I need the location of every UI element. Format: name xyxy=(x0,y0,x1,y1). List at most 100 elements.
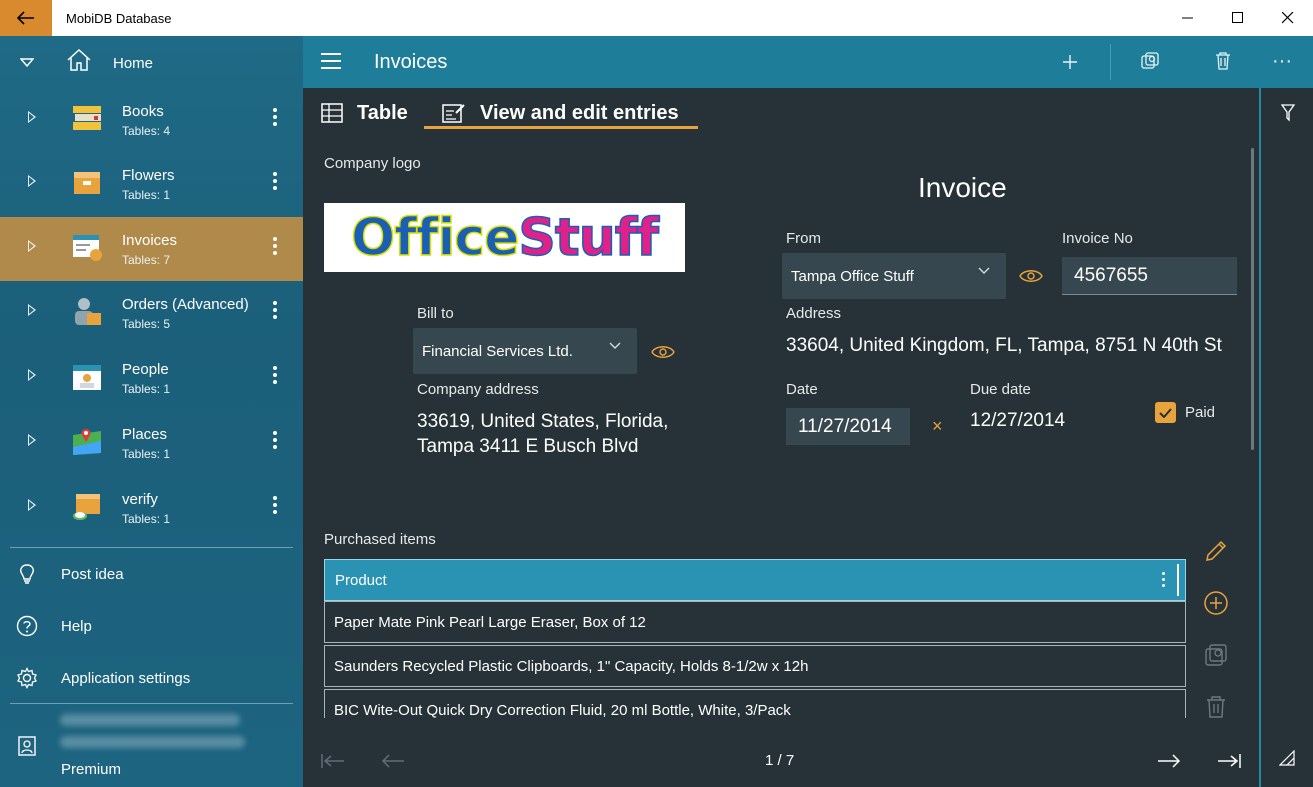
more-options-icon[interactable] xyxy=(273,172,277,193)
paid-checkbox[interactable] xyxy=(1155,402,1176,423)
home-icon xyxy=(67,48,91,71)
resize-grip-icon[interactable] xyxy=(1279,750,1295,766)
settings-link[interactable]: Application settings xyxy=(0,658,303,698)
filter-icon[interactable] xyxy=(1281,104,1295,122)
more-options-icon[interactable] xyxy=(273,301,277,322)
column-resize-handle[interactable] xyxy=(1177,564,1179,596)
db-table-count: Tables: 4 xyxy=(122,124,171,138)
sidebar-item-flowers[interactable]: Flowers Tables: 1 xyxy=(0,152,303,216)
vertical-scrollbar[interactable] xyxy=(1251,148,1254,450)
post-idea-link[interactable]: Post idea xyxy=(0,554,303,594)
more-options-icon[interactable] xyxy=(273,431,277,452)
delete-icon[interactable] xyxy=(1215,52,1231,70)
expand-icon[interactable] xyxy=(28,304,36,316)
filter-column xyxy=(1259,88,1313,787)
books-icon xyxy=(73,106,101,130)
expand-icon[interactable] xyxy=(28,111,36,123)
expand-icon[interactable] xyxy=(28,175,36,187)
active-tab-indicator xyxy=(424,126,698,129)
column-header-label: Product xyxy=(335,571,387,589)
column-options-icon[interactable] xyxy=(1162,572,1165,590)
logo-word-office: Office xyxy=(350,207,520,269)
maximize-icon xyxy=(1232,12,1243,23)
grid-header-product[interactable]: Product xyxy=(324,559,1186,601)
company-address-line-2: Tampa 3411 E Busch Blvd xyxy=(417,436,639,457)
next-record-icon[interactable] xyxy=(1157,754,1181,768)
more-options-icon[interactable] xyxy=(273,237,277,258)
sidebar-divider xyxy=(10,547,293,548)
invoice-no-label: Invoice No xyxy=(1062,230,1133,247)
minimize-button[interactable] xyxy=(1163,0,1213,36)
hamburger-menu-icon[interactable] xyxy=(321,53,341,74)
company-logo-label: Company logo xyxy=(324,155,421,172)
view-eye-icon[interactable] xyxy=(1019,269,1043,283)
more-options-icon[interactable] xyxy=(273,496,277,517)
back-button[interactable] xyxy=(0,0,52,36)
help-icon xyxy=(16,615,38,637)
table-row[interactable]: Paper Mate Pink Pearl Large Eraser, Box … xyxy=(324,601,1186,643)
duplicate-icon[interactable] xyxy=(1141,52,1159,70)
tab-view-edit[interactable]: View and edit entries xyxy=(442,96,679,130)
expand-icon[interactable] xyxy=(28,499,36,511)
tab-table[interactable]: Table xyxy=(321,96,408,130)
more-icon[interactable]: ··· xyxy=(1272,50,1292,73)
db-table-count: Tables: 5 xyxy=(122,317,171,331)
view-eye-icon[interactable] xyxy=(651,345,675,359)
sidebar-item-verify[interactable]: verify Tables: 1 xyxy=(0,476,303,540)
record-navigation: 1 / 7 xyxy=(303,740,1259,787)
table-row[interactable]: Saunders Recycled Plastic Clipboards, 1"… xyxy=(324,645,1186,687)
edit-pencil-icon[interactable] xyxy=(1203,538,1229,564)
last-record-icon[interactable] xyxy=(1217,754,1241,768)
date-picker[interactable]: 11/27/2014 xyxy=(786,408,910,445)
db-name: People xyxy=(122,361,169,378)
first-record-icon[interactable] xyxy=(321,754,345,768)
close-button[interactable] xyxy=(1263,0,1313,36)
db-table-count: Tables: 7 xyxy=(122,253,171,267)
more-options-icon[interactable] xyxy=(273,108,277,129)
maximize-button[interactable] xyxy=(1213,0,1263,36)
cell-product: Paper Mate Pink Pearl Large Eraser, Box … xyxy=(334,613,646,631)
sidebar-item-places[interactable]: Places Tables: 1 xyxy=(0,411,303,475)
account-icon xyxy=(18,736,36,756)
from-label: From xyxy=(786,230,821,247)
duplicate-row-icon[interactable] xyxy=(1203,642,1229,668)
add-circle-icon[interactable] xyxy=(1203,590,1229,616)
table-title: Invoices xyxy=(374,51,448,73)
purchased-items-label: Purchased items xyxy=(324,531,436,548)
box-icon xyxy=(74,172,100,194)
record-counter: 1 / 7 xyxy=(765,752,795,769)
help-link[interactable]: Help xyxy=(0,606,303,646)
calendar-icon xyxy=(73,365,101,390)
db-table-count: Tables: 1 xyxy=(122,512,171,526)
account-link[interactable] xyxy=(0,726,303,766)
sidebar-home[interactable]: Home xyxy=(0,44,303,82)
delete-row-icon[interactable] xyxy=(1203,694,1229,720)
sidebar-item-books[interactable]: Books Tables: 4 xyxy=(0,88,303,152)
clear-date-icon[interactable]: × xyxy=(932,416,943,437)
more-options-icon[interactable] xyxy=(273,366,277,387)
bill-to-dropdown[interactable]: Financial Services Ltd. xyxy=(413,328,637,374)
table-row[interactable]: BIC Wite-Out Quick Dry Correction Fluid,… xyxy=(324,689,1186,718)
expand-icon[interactable] xyxy=(28,240,36,252)
sidebar-item-orders[interactable]: Orders (Advanced) Tables: 5 xyxy=(0,281,303,345)
invoice-no-input[interactable]: 4567655 xyxy=(1062,257,1237,295)
chevron-down-icon xyxy=(609,342,621,349)
company-logo-image[interactable]: OfficeStuff xyxy=(324,203,685,272)
sidebar-divider xyxy=(10,703,293,704)
help-label: Help xyxy=(61,617,92,635)
from-value: Tampa Office Stuff xyxy=(791,267,914,285)
from-dropdown[interactable]: Tampa Office Stuff xyxy=(782,253,1006,299)
invoice-heading: Invoice xyxy=(918,172,1007,203)
expand-icon[interactable] xyxy=(28,434,36,446)
tab-view-edit-label: View and edit entries xyxy=(480,101,679,124)
post-idea-label: Post idea xyxy=(61,565,124,583)
expand-icon[interactable] xyxy=(28,369,36,381)
sidebar-item-invoices[interactable]: Invoices Tables: 7 xyxy=(0,217,303,281)
add-icon[interactable] xyxy=(1063,55,1077,69)
title-bar: MobiDB Database xyxy=(0,0,1313,36)
map-icon xyxy=(73,429,101,455)
logo-text: OfficeStuff xyxy=(350,207,659,269)
app-bar: Invoices ··· xyxy=(303,36,1313,88)
sidebar-item-people[interactable]: People Tables: 1 xyxy=(0,346,303,410)
previous-record-icon[interactable] xyxy=(381,754,405,768)
